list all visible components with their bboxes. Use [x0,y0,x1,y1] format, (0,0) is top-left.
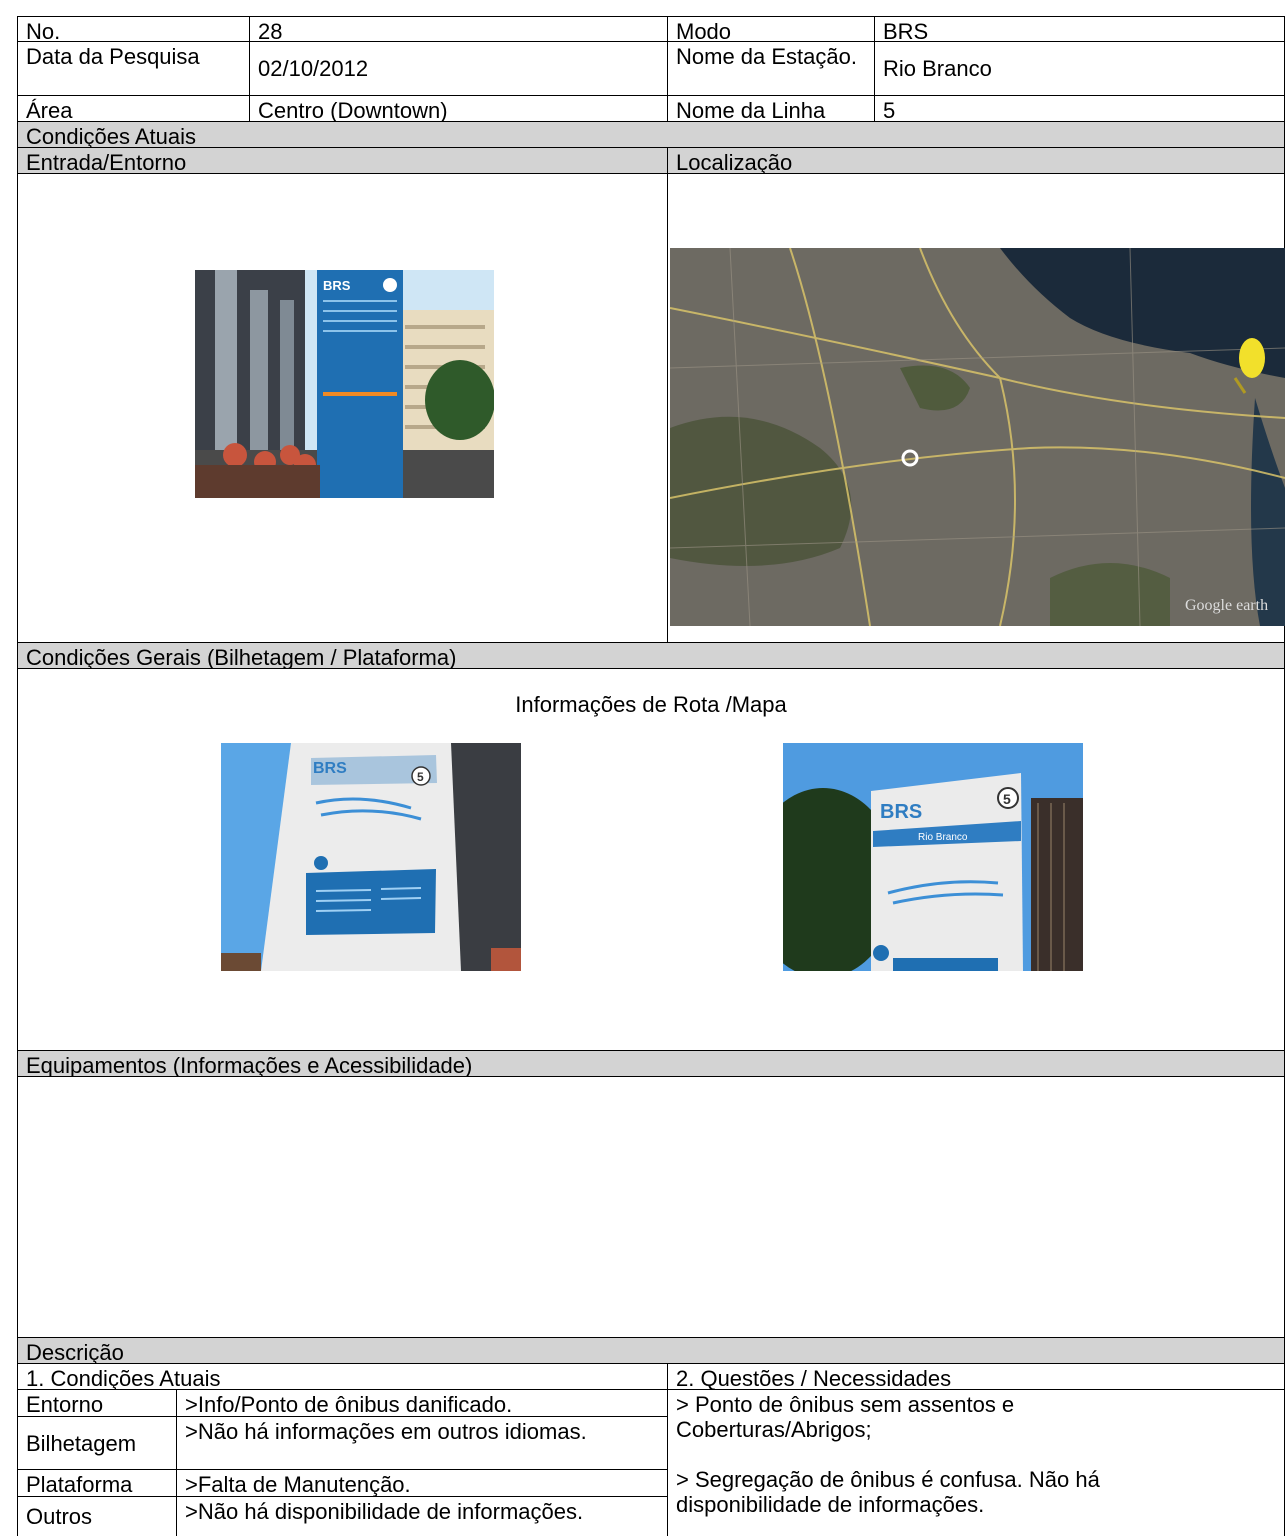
route-sign-2-brand: BRS [880,801,922,823]
entrance-photo: BRS [195,270,494,498]
info-rota-caption: Informações de Rota /Mapa [515,692,787,717]
modo-label: Modo [667,16,875,42]
need-item: > Ponto de ônibus sem assentos e Cobertu… [676,1392,1015,1442]
data-label: Data da Pesquisa [17,41,250,96]
description-col2-title: 2. Questões / Necessidades [667,1363,1285,1390]
row-plataforma-value: >Falta de Manutenção. [176,1469,668,1497]
row-entorno-label: Entorno [17,1389,177,1417]
location-map: Google earth [670,248,1285,626]
no-label: No. [17,16,250,42]
row-bilhetagem-label: Bilhetagem [17,1416,177,1470]
route-sign-photo-2: BRS Rio Branco 5 [783,743,1083,971]
no-value: 28 [249,16,668,42]
linha-label: Nome da Linha [667,95,875,122]
section-descricao: Descrição [17,1337,1285,1364]
condicoes-gerais-cell [17,668,1285,1051]
row-bilhetagem-value: >Não há informações em outros idiomas. [176,1416,668,1470]
route-sign-photo-1: BRS 5 [221,743,521,971]
route-sign-1-brand: BRS [313,760,347,777]
linha-value: 5 [874,95,1285,122]
section-condicoes-atuais: Condições Atuais [17,121,1285,148]
route-sign-2-number: 5 [1003,791,1011,807]
entrance-sign-brand: BRS [323,278,351,293]
estacao-label: Nome da Estação. [667,41,875,96]
section-localizacao: Localização [667,147,1285,174]
section-entrada: Entrada/Entorno [17,147,668,174]
row-plataforma-label: Plataforma [17,1469,177,1497]
description-col1-title: 1. Condições Atuais [17,1363,668,1390]
area-label: Área [17,95,250,122]
data-value: 02/10/2012 [249,41,668,96]
estacao-value: Rio Branco [874,41,1285,96]
route-sign-1-number: 5 [417,770,424,784]
equipamentos-cell [17,1076,1285,1338]
row-outros-label: Outros [17,1496,177,1536]
row-outros-value: >Não há disponibilidade de informações. [176,1496,668,1536]
row-entorno-value: >Info/Ponto de ônibus danificado. [176,1389,668,1417]
section-condicoes-gerais: Condições Gerais (Bilhetagem / Plataform… [17,642,1285,669]
route-sign-2-station: Rio Branco [918,832,968,843]
map-brand: Google earth [1185,597,1268,614]
modo-value: BRS [874,16,1285,42]
section-equipamentos: Equipamentos (Informações e Acessibilida… [17,1050,1285,1077]
survey-sheet: No. 28 Modo BRS Data da Pesquisa 02/10/2… [17,16,1285,1536]
needs-cell: > Ponto de ônibus sem assentos e Cobertu… [667,1389,1285,1536]
need-item: > Segregação de ônibus é confusa. Não há… [676,1467,1100,1517]
area-value: Centro (Downtown) [249,95,668,122]
